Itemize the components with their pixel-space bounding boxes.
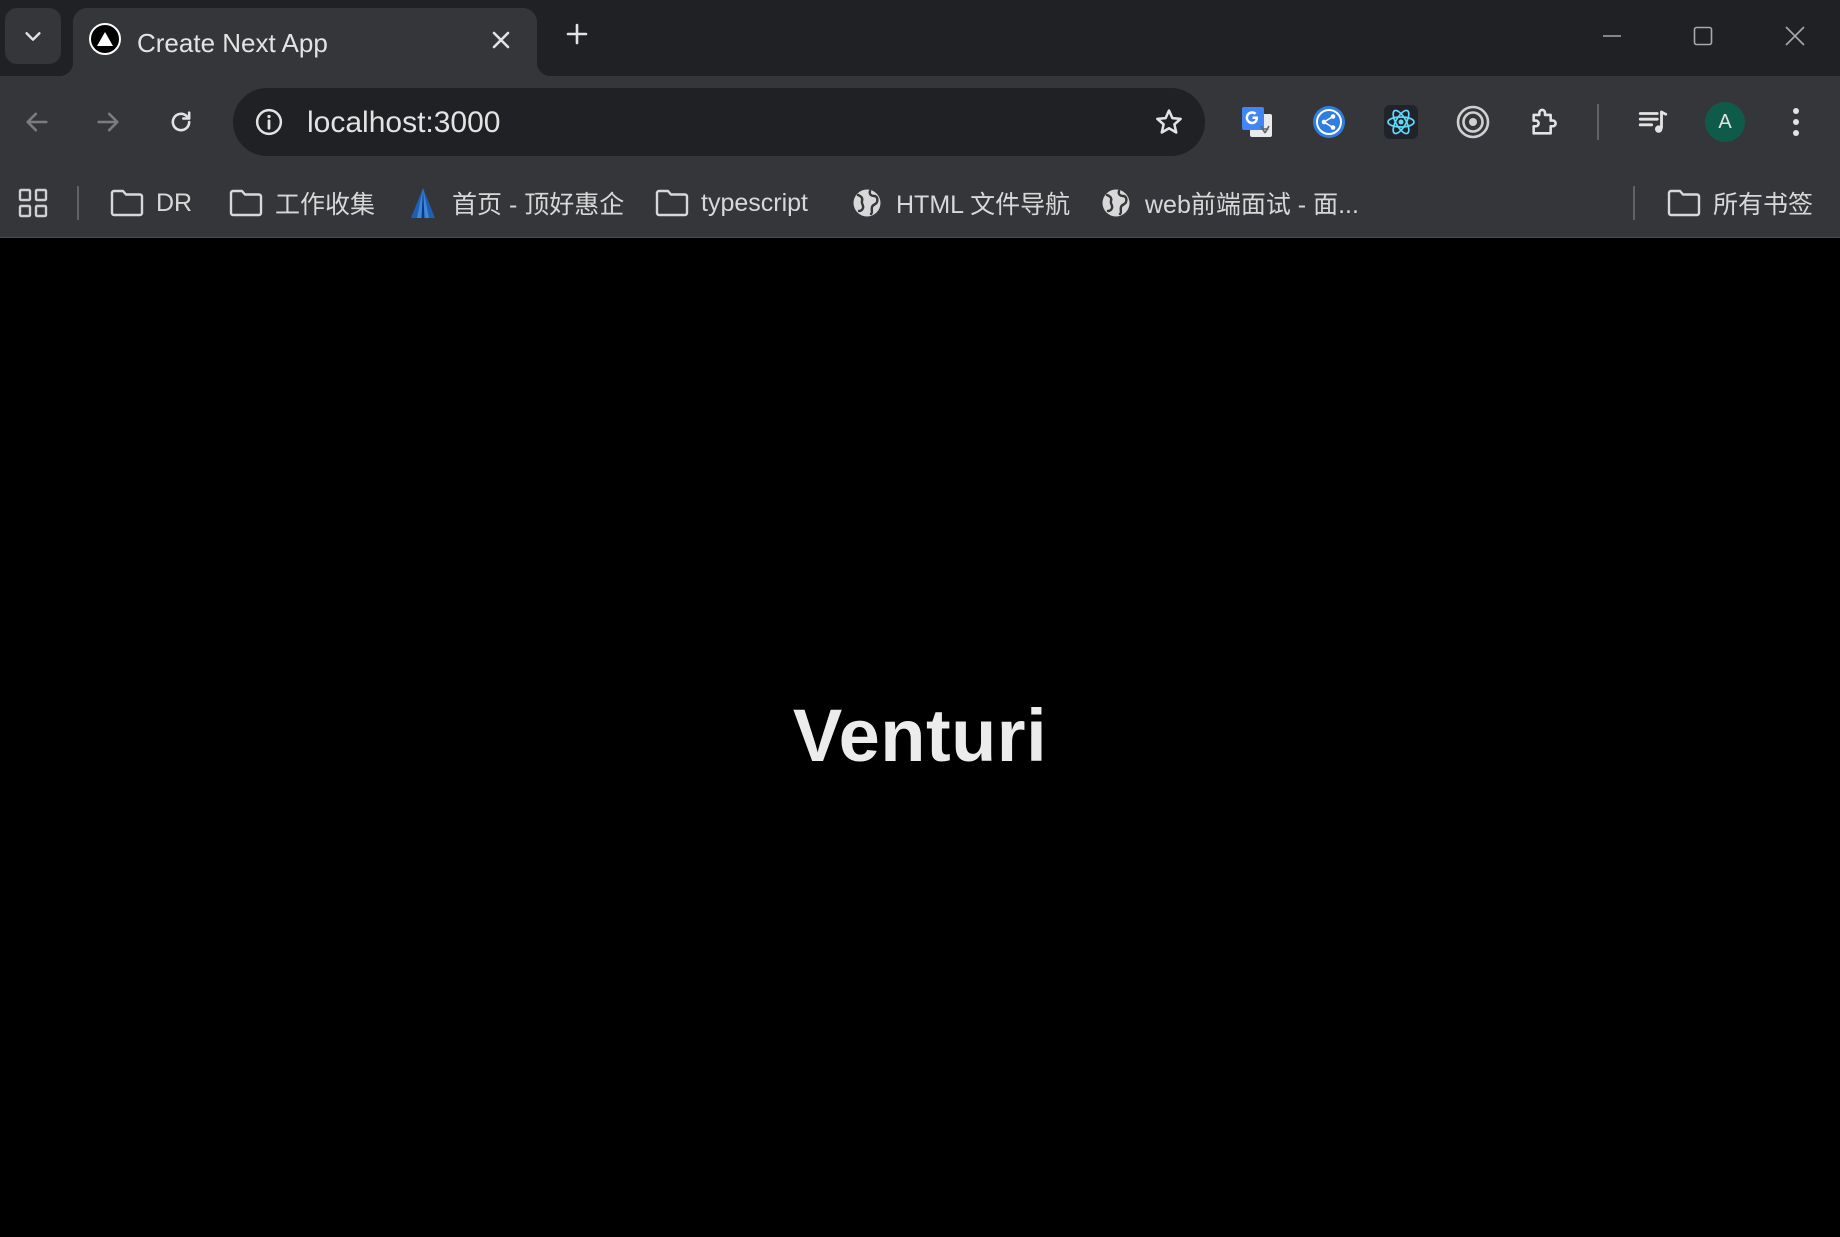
new-tab-button[interactable] — [557, 14, 597, 54]
reload-button[interactable] — [157, 98, 205, 146]
back-button[interactable] — [13, 98, 61, 146]
page-viewport: Venturi — [0, 238, 1840, 1237]
extensions-button[interactable] — [1521, 98, 1569, 146]
bookmarks-divider — [1633, 186, 1635, 220]
minimize-icon — [1603, 35, 1621, 37]
triangle-icon — [89, 23, 121, 55]
all-bookmarks-button[interactable]: 所有书签 — [1667, 180, 1813, 226]
globe-icon — [1099, 186, 1133, 220]
globe-icon — [850, 186, 884, 220]
bookmark-label: typescript — [701, 188, 808, 217]
media-control-icon — [1638, 110, 1668, 133]
tab-close-button[interactable] — [483, 22, 519, 58]
folder-icon — [655, 186, 689, 220]
info-icon — [255, 108, 283, 136]
chevron-down-icon — [25, 32, 41, 41]
react-icon — [1384, 105, 1418, 139]
bookmark-label: 工作收集 — [275, 191, 376, 219]
bookmark-label: DR — [156, 188, 193, 217]
all-bookmarks-label: 所有书签 — [1713, 191, 1814, 219]
target-icon — [1456, 105, 1490, 139]
media-control-button[interactable] — [1629, 98, 1677, 146]
kebab-menu-icon — [1793, 108, 1799, 136]
bookmark-work-collection[interactable]: 工作收集 — [229, 180, 375, 226]
site-logo-icon — [406, 186, 440, 220]
bookmarks-bar: DR 工作收集 首页 - 顶好惠企 typescript HTML 文件导航 w… — [0, 168, 1840, 238]
bookmark-label: 首页 - 顶好惠企 — [452, 191, 625, 219]
share-extension[interactable] — [1305, 98, 1353, 146]
profile-avatar[interactable]: A — [1705, 102, 1745, 142]
close-icon — [492, 31, 510, 49]
address-bar[interactable]: localhost:3000 — [233, 88, 1205, 156]
url-text[interactable]: localhost:3000 — [307, 106, 500, 140]
bookmark-label: web前端面试 - 面... — [1145, 191, 1359, 219]
folder-icon — [110, 186, 144, 220]
toolbar-divider — [1597, 104, 1599, 140]
forward-button[interactable] — [84, 98, 132, 146]
bookmark-dr[interactable]: DR — [110, 180, 192, 226]
browser-toolbar: localhost:3000 A — [0, 76, 1840, 168]
star-icon — [1156, 109, 1182, 134]
bookmark-label: HTML 文件导航 — [896, 191, 1071, 219]
close-icon — [1785, 26, 1805, 46]
apps-grid-icon — [18, 188, 48, 218]
minimize-button[interactable] — [1588, 14, 1636, 58]
bookmark-html-nav[interactable]: HTML 文件导航 — [850, 180, 1070, 226]
tab-title: Create Next App — [137, 28, 328, 58]
browser-menu-button[interactable] — [1772, 98, 1820, 146]
maximize-button[interactable] — [1679, 14, 1727, 58]
puzzle-icon — [1532, 108, 1557, 135]
reload-icon — [171, 111, 191, 132]
arrow-right-icon — [97, 112, 119, 132]
maximize-icon — [1693, 26, 1713, 46]
target-extension[interactable] — [1449, 98, 1497, 146]
page-heading: Venturi — [792, 694, 1048, 777]
folder-icon — [1667, 186, 1701, 220]
apps-button[interactable] — [14, 184, 52, 222]
bookmarks-divider — [77, 186, 79, 220]
folder-icon — [229, 186, 263, 220]
google-translate-icon — [1242, 107, 1272, 137]
react-devtools-extension[interactable] — [1377, 98, 1425, 146]
plus-icon — [566, 23, 588, 45]
share-icon — [1313, 106, 1345, 138]
bookmark-typescript[interactable]: typescript — [655, 180, 808, 226]
close-window-button[interactable] — [1771, 14, 1819, 58]
arrow-left-icon — [26, 112, 48, 132]
site-info-button[interactable] — [249, 102, 289, 142]
bookmark-star-button[interactable] — [1149, 102, 1189, 142]
google-translate-extension[interactable] — [1233, 98, 1281, 146]
tab-strip: Create Next App — [0, 0, 1840, 76]
bookmark-dinghao-huiqi[interactable]: 首页 - 顶好惠企 — [406, 180, 624, 226]
tab-search-button[interactable] — [5, 8, 61, 64]
bookmark-web-interview[interactable]: web前端面试 - 面... — [1099, 180, 1359, 226]
active-tab[interactable]: Create Next App — [59, 8, 551, 76]
